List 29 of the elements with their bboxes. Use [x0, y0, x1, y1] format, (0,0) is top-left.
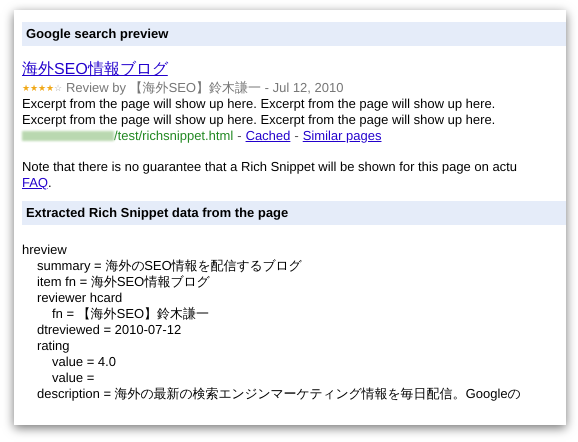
review-byline: Review by 【海外SEO】鈴木謙一 - Jul 12, 2010 — [66, 80, 344, 96]
period-text: . — [48, 175, 52, 191]
data-line: rating — [37, 338, 70, 354]
result-title-link[interactable]: 海外SEO情報ブログ — [22, 60, 168, 80]
result-url: /test/richsnippet.html — [114, 128, 234, 144]
excerpt-text: Excerpt from the page will show up here. Excerpt from the page will show up here. — [22, 96, 496, 112]
separator-dash: - — [236, 128, 243, 144]
data-line: summary = 海外のSEO情報を配信するブログ — [37, 258, 302, 274]
result-link[interactable]: Cached — [246, 128, 290, 144]
data-line: value = — [52, 370, 94, 386]
result-link[interactable]: Similar pages — [302, 128, 382, 144]
data-line: reviewer hcard — [37, 290, 122, 306]
section-heading: Google search preview — [26, 25, 168, 44]
excerpt-text: Excerpt from the page will show up here. Excerpt from the page will show up here. — [22, 112, 496, 128]
star-icon: ☆ — [54, 83, 62, 93]
section-heading: Extracted Rich Snippet data from the page — [26, 204, 288, 222]
star-icon: ★ — [30, 83, 38, 93]
data-line: description = 海外の最新の検索エンジンマーケティング情報を毎日配信。Googleの — [37, 386, 521, 402]
star-icon: ★ — [38, 83, 46, 93]
data-line: fn = 【海外SEO】鈴木謙一 — [52, 306, 210, 322]
star-icon: ★ — [46, 83, 54, 93]
data-line: hreview — [22, 242, 67, 258]
faq-link[interactable]: FAQ — [22, 175, 48, 191]
separator-dash: - — [293, 128, 300, 144]
data-line: dtreviewed = 2010-07-12 — [37, 322, 182, 338]
data-line: item fn = 海外SEO情報ブログ — [37, 274, 210, 290]
note-text: Note that there is no guarantee that a Rich Snippet will be shown for this page on actu — [22, 159, 518, 175]
data-line: value = 4.0 — [52, 354, 116, 370]
star-icon: ★ — [22, 83, 30, 93]
